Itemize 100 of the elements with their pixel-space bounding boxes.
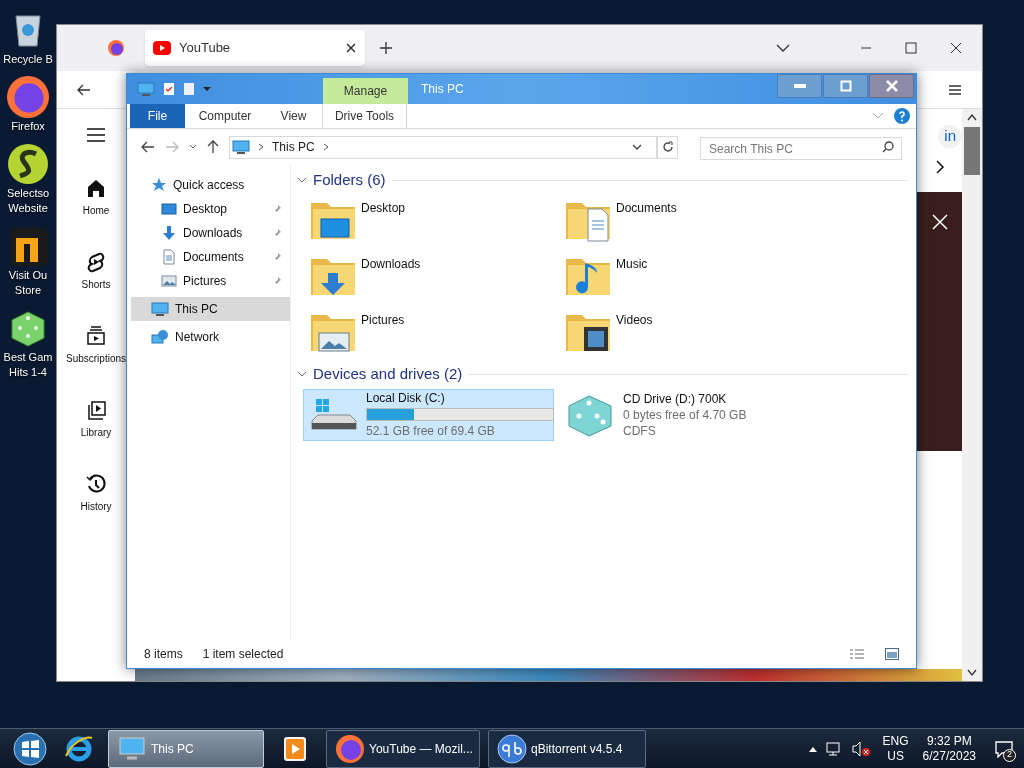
nav-item[interactable]: Quick access	[131, 173, 290, 197]
desktop-icon-label: Selectso	[6, 186, 50, 201]
section-header: Folders (6)	[313, 169, 386, 190]
firefox-icon	[6, 75, 50, 119]
minimize-button[interactable]	[777, 74, 822, 98]
large-icons-view-icon[interactable]	[885, 648, 899, 660]
subscriptions-icon	[85, 325, 107, 347]
message-icon	[994, 739, 1014, 758]
drive-item[interactable]: Local Disk (C:) 52.1 GB free of 69.4 GB	[303, 389, 554, 441]
ribbon-tab[interactable]: Computer	[185, 104, 265, 128]
sign-in-button[interactable]: in	[938, 125, 962, 148]
dropdown-caret-icon[interactable]	[203, 86, 211, 92]
nav-item[interactable]: Desktop	[131, 197, 290, 221]
shorts-icon	[85, 251, 107, 273]
folder-item[interactable]: Videos	[564, 307, 819, 363]
swoosh-logo-icon	[6, 142, 50, 186]
new-tab-icon[interactable]	[379, 41, 393, 55]
status-text: 8 items	[144, 646, 183, 663]
scroll-up-icon[interactable]	[967, 113, 977, 121]
nav-item[interactable]: Downloads	[131, 221, 290, 245]
sidebar-item[interactable]: Home	[82, 177, 110, 251]
collapse-chevron-icon[interactable]	[297, 176, 307, 184]
browser-tab[interactable]: YouTube	[145, 30, 365, 66]
ribbon-tab[interactable]: View	[265, 104, 322, 128]
maximize-icon[interactable]	[905, 42, 917, 54]
drive-detail: 0 bytes free of 4.70 GB	[623, 406, 748, 423]
youtube-logo-icon	[153, 41, 171, 55]
folder-item[interactable]: Music	[564, 251, 819, 307]
sidebar-item[interactable]: History	[80, 473, 112, 547]
chevron-right-icon[interactable]	[934, 159, 945, 174]
window-title: This PC	[421, 81, 464, 98]
language-indicator[interactable]: ENG US	[882, 733, 909, 764]
history-icon	[85, 473, 107, 495]
taskbar-button[interactable]: This PC	[108, 729, 264, 768]
taskbar-button[interactable]: qBittorrent v4.5.4	[488, 729, 646, 768]
taskbar-button[interactable]: YouTube — Mozil...	[326, 729, 480, 768]
clock[interactable]: 9:32 PM 6/27/2023	[922, 733, 976, 764]
maximize-button[interactable]	[823, 74, 868, 98]
ribbon-tab[interactable]: File	[130, 104, 185, 128]
menu-icon[interactable]	[948, 83, 962, 96]
scrollbar[interactable]	[962, 109, 982, 681]
computer-icon	[117, 735, 147, 762]
search-icon[interactable]	[882, 140, 894, 153]
nav-item[interactable]: Documents	[131, 245, 290, 269]
chevron-down-icon[interactable]	[776, 43, 790, 53]
home-icon	[85, 177, 107, 199]
folder-item[interactable]: Pictures	[309, 307, 564, 363]
close-icon	[885, 80, 898, 92]
drive-name: Local Disk (C:)	[366, 391, 446, 406]
minimize-icon	[793, 83, 806, 89]
scrollbar-thumb[interactable]	[964, 127, 980, 175]
document-icon	[161, 249, 177, 265]
drive-detail: 52.1 GB free of 69.4 GB	[366, 423, 496, 439]
network-icon[interactable]	[824, 740, 843, 757]
section-header: Devices and drives (2)	[313, 363, 463, 384]
recent-locations-icon[interactable]	[189, 144, 197, 150]
nav-item[interactable]: Network	[131, 325, 290, 349]
download-arrow-icon	[161, 225, 177, 241]
back-arrow-icon[interactable]	[77, 83, 91, 96]
close-icon[interactable]	[950, 42, 962, 54]
firefox-icon	[107, 39, 125, 57]
start-button[interactable]	[10, 729, 50, 768]
qbittorrent-icon	[497, 733, 527, 764]
maximize-icon	[839, 80, 852, 92]
new-folder-icon[interactable]	[183, 82, 195, 96]
folder-item[interactable]: Desktop	[309, 195, 564, 251]
refresh-button[interactable]	[657, 135, 679, 159]
scroll-down-icon[interactable]	[967, 669, 977, 677]
help-icon[interactable]	[894, 108, 910, 124]
address-bar[interactable]: This PC	[229, 135, 658, 159]
action-center-button[interactable]: 2	[984, 729, 1024, 768]
nav-item[interactable]: This PC	[131, 297, 290, 321]
back-arrow-icon[interactable]	[141, 141, 155, 153]
sidebar-item[interactable]: Subscriptions	[66, 325, 126, 399]
computer-icon	[137, 81, 155, 97]
collapse-chevron-icon[interactable]	[297, 370, 307, 378]
sidebar-item[interactable]: Library	[80, 399, 112, 473]
muted-speaker-icon[interactable]	[850, 740, 871, 757]
properties-icon[interactable]	[163, 82, 175, 96]
folder-item[interactable]: Documents	[564, 195, 819, 251]
up-arrow-icon[interactable]	[207, 140, 219, 154]
desktop-icon-label: Visit Ou	[8, 268, 48, 283]
firefox-icon	[335, 733, 365, 764]
windows-logo-icon	[13, 731, 47, 766]
desktop-icon-label: Hits 1-4	[9, 365, 47, 380]
show-hidden-icons-icon[interactable]	[808, 745, 817, 752]
search-field[interactable]: Search This PC	[700, 137, 902, 160]
close-icon[interactable]	[345, 42, 357, 54]
manage-context-tab[interactable]: Manage	[323, 78, 408, 104]
drive-item[interactable]: CD Drive (D:) 700K 0 bytes free of 4.70 GB CDFS	[560, 389, 811, 441]
sidebar-item[interactable]: Shorts	[81, 251, 111, 325]
chevron-down-icon	[632, 144, 643, 150]
desktop-icon-label: Firefox	[11, 119, 45, 134]
menu-icon[interactable]	[86, 127, 106, 143]
ribbon-tab[interactable]: Drive Tools	[322, 104, 407, 128]
desktop-icon-label: Best Gam	[3, 350, 53, 365]
close-button[interactable]	[869, 74, 914, 98]
nav-item[interactable]: Pictures	[131, 269, 290, 293]
status-text: 1 item selected	[202, 646, 284, 663]
folder-item[interactable]: Downloads	[309, 251, 564, 307]
